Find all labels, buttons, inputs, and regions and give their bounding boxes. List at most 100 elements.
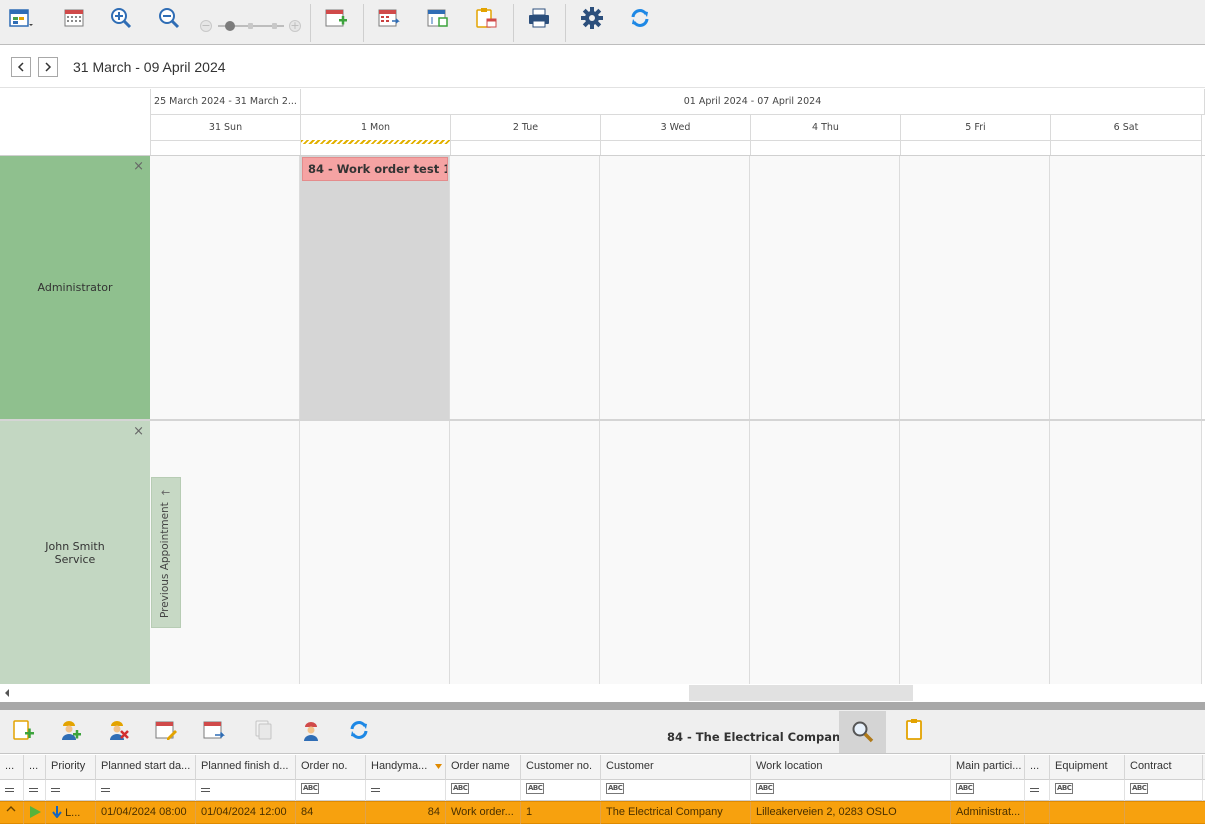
column-header-planned-start[interactable]: Planned start da... — [96, 755, 196, 780]
copy-disabled-icon[interactable] — [250, 717, 276, 743]
column-header[interactable]: ... — [0, 755, 24, 780]
appointment-work-order[interactable]: 84 - Work order test 1 ... — [302, 157, 448, 181]
calendar-view-icon[interactable] — [8, 5, 34, 31]
filter-cell[interactable] — [1025, 780, 1050, 801]
row-expand-cell[interactable] — [0, 802, 24, 824]
column-header-planned-finish[interactable]: Planned finish d... — [196, 755, 296, 780]
planned-finish-cell: 01/04/2024 12:00 — [196, 802, 296, 824]
time-cell[interactable] — [300, 156, 450, 419]
filter-cell[interactable] — [24, 780, 46, 801]
all-day-cell[interactable] — [601, 141, 751, 155]
scrollbar-thumb[interactable] — [689, 685, 913, 701]
filter-cell[interactable]: ABC — [1050, 780, 1125, 801]
all-day-cell[interactable] — [1051, 141, 1202, 155]
resource-header-john-smith[interactable]: × John Smith Service — [0, 421, 150, 684]
add-work-order-icon[interactable] — [10, 717, 36, 743]
time-cell[interactable] — [900, 421, 1050, 684]
next-period-button[interactable] — [38, 57, 58, 77]
filter-cell[interactable]: ABC — [751, 780, 951, 801]
column-header-priority[interactable]: Priority — [46, 755, 96, 780]
time-cell[interactable] — [600, 156, 750, 419]
search-button[interactable] — [839, 711, 886, 753]
day-header-cell[interactable]: 5 Fri — [901, 115, 1051, 141]
close-icon[interactable]: × — [133, 425, 144, 438]
column-header-work-location[interactable]: Work location — [751, 755, 951, 780]
time-cell[interactable] — [1050, 421, 1202, 684]
remove-handyman-icon[interactable] — [105, 717, 131, 743]
day-header-cell[interactable]: 3 Wed — [601, 115, 751, 141]
time-cell[interactable] — [450, 156, 600, 419]
column-header-main-participant[interactable]: Main partici... — [951, 755, 1025, 780]
refresh-icon[interactable] — [627, 5, 653, 31]
filter-cell[interactable] — [46, 780, 96, 801]
column-header-customer[interactable]: Customer — [601, 755, 751, 780]
filter-cell[interactable] — [196, 780, 296, 801]
gear-icon[interactable] — [579, 5, 605, 31]
column-header[interactable]: ... — [1025, 755, 1050, 780]
filter-cell[interactable] — [96, 780, 196, 801]
export-calendar-icon[interactable] — [376, 5, 402, 31]
close-icon[interactable]: × — [133, 160, 144, 173]
priority-value: L... — [65, 807, 81, 819]
filter-cell[interactable] — [0, 780, 24, 801]
filter-cell[interactable]: ABC — [601, 780, 751, 801]
column-header-order-no[interactable]: Order no. — [296, 755, 366, 780]
filter-icon[interactable] — [435, 764, 442, 770]
handyman-icon[interactable] — [298, 717, 324, 743]
time-cell[interactable] — [750, 421, 900, 684]
time-cell[interactable] — [300, 421, 450, 684]
add-handyman-icon[interactable] — [57, 717, 83, 743]
filter-cell[interactable]: ABC — [951, 780, 1025, 801]
edit-calendar-icon[interactable] — [153, 717, 179, 743]
day-header-cell[interactable]: 1 Mon — [301, 115, 451, 141]
all-day-cell[interactable] — [451, 141, 601, 155]
filter-cell[interactable]: ABC — [296, 780, 366, 801]
time-cell[interactable] — [900, 156, 1050, 419]
time-cell[interactable] — [600, 421, 750, 684]
column-header-contract[interactable]: Contract — [1125, 755, 1203, 780]
column-header-customer-no[interactable]: Customer no. — [521, 755, 601, 780]
day-header-cell[interactable]: 4 Thu — [751, 115, 901, 141]
column-header-order-name[interactable]: Order name — [446, 755, 521, 780]
filter-cell[interactable]: ABC — [521, 780, 601, 801]
refresh-icon[interactable] — [346, 717, 372, 743]
horizontal-scrollbar[interactable] — [0, 684, 1205, 702]
print-icon[interactable] — [526, 5, 552, 31]
customer-cell: The Electrical Company — [601, 802, 751, 824]
column-header-handyman[interactable]: Handyma... — [366, 755, 446, 780]
all-day-cell[interactable] — [751, 141, 901, 155]
week-calendar-icon[interactable] — [425, 5, 451, 31]
month-calendar-icon[interactable] — [61, 5, 87, 31]
zoom-plus-icon[interactable]: + — [289, 20, 301, 32]
day-header-cell[interactable]: 6 Sat — [1051, 115, 1202, 141]
scroll-left-icon[interactable] — [4, 689, 10, 697]
move-calendar-icon[interactable] — [201, 717, 227, 743]
previous-period-button[interactable] — [11, 57, 31, 77]
zoom-out-icon[interactable] — [156, 5, 182, 31]
panel-splitter[interactable] — [0, 702, 1205, 710]
resource-header-administrator[interactable]: × Administrator — [0, 156, 150, 419]
zoom-slider-thumb[interactable] — [225, 21, 235, 31]
clipboard-icon[interactable] — [901, 716, 927, 742]
all-day-cell[interactable] — [150, 141, 301, 155]
clipboard-calendar-icon[interactable] — [473, 5, 499, 31]
day-header-cell[interactable]: 31 Sun — [150, 115, 301, 141]
day-header-cell[interactable]: 2 Tue — [451, 115, 601, 141]
time-cell[interactable] — [450, 421, 600, 684]
filter-cell[interactable] — [366, 780, 446, 801]
column-header[interactable]: ... — [24, 755, 46, 780]
column-header-equipment[interactable]: Equipment — [1050, 755, 1125, 780]
time-cell[interactable] — [1050, 156, 1202, 419]
planned-start-cell: 01/04/2024 08:00 — [96, 802, 196, 824]
time-cell[interactable] — [750, 156, 900, 419]
previous-appointment-button[interactable]: ← Previous Appointment — [151, 477, 181, 628]
all-day-cell[interactable] — [901, 141, 1051, 155]
time-cell[interactable] — [150, 156, 300, 419]
zoom-minus-icon[interactable]: − — [200, 20, 212, 32]
filter-cell[interactable]: ABC — [446, 780, 521, 801]
collapse-icon[interactable] — [6, 805, 16, 813]
filter-cell[interactable]: ABC — [1125, 780, 1203, 801]
table-row[interactable]: L... 01/04/2024 08:00 01/04/2024 12:00 8… — [0, 801, 1205, 824]
add-appointment-icon[interactable] — [323, 5, 349, 31]
zoom-in-icon[interactable] — [108, 5, 134, 31]
